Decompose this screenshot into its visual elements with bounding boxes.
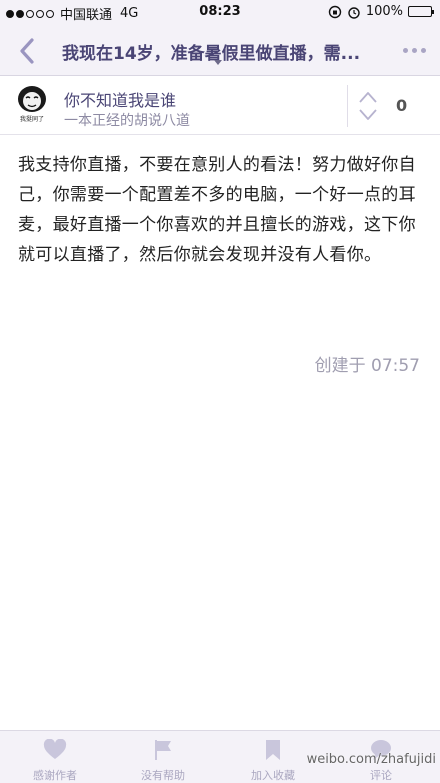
comment-label: 评论 bbox=[370, 769, 392, 782]
chevron-down-icon[interactable] bbox=[214, 60, 222, 65]
author-name[interactable]: 你不知道我是谁 bbox=[64, 87, 176, 111]
vote-count: 0 bbox=[396, 96, 408, 115]
question-title[interactable]: 我现在14岁，准备暑假里做直播，需... bbox=[62, 39, 382, 64]
vote-arrows-icon[interactable] bbox=[358, 89, 378, 123]
no-help-button[interactable]: 没有帮助 bbox=[118, 739, 208, 783]
more-button[interactable] bbox=[403, 48, 426, 53]
status-bar: 中国联通 4G 08:23 100% bbox=[0, 0, 440, 26]
status-right: 100% bbox=[328, 4, 434, 19]
battery-percent: 100% bbox=[365, 4, 403, 19]
thank-author-label: 感谢作者 bbox=[33, 769, 77, 782]
nav-bar: 我现在14岁，准备暑假里做直播，需... bbox=[0, 26, 440, 76]
avatar-caption: 我挺同了 bbox=[19, 116, 44, 123]
bookmark-icon bbox=[266, 740, 280, 760]
author-bio: 一本正经的胡说八道 bbox=[64, 113, 190, 129]
back-button[interactable] bbox=[14, 36, 42, 66]
add-collection-label: 加入收藏 bbox=[251, 769, 295, 782]
answer-text: 我支持你直播，不要在意别人的看法！努力做好你自己，你需要一个配置差不多的电脑，一… bbox=[18, 155, 416, 265]
add-collection-button[interactable]: 加入收藏 bbox=[228, 739, 318, 783]
flag-icon bbox=[155, 740, 171, 760]
alarm-icon bbox=[348, 6, 360, 19]
avatar[interactable]: 我挺同了 bbox=[10, 83, 54, 127]
no-help-label: 没有帮助 bbox=[141, 769, 185, 782]
battery-icon bbox=[408, 6, 434, 17]
thank-author-button[interactable]: 感谢作者 bbox=[10, 739, 100, 783]
heart-icon bbox=[43, 739, 67, 759]
author-row[interactable]: 我挺同了 你不知道我是谁 一本正经的胡说八道 0 bbox=[0, 77, 440, 135]
orientation-lock-icon bbox=[328, 5, 342, 18]
watermark: weibo.com/zhafujidi bbox=[306, 752, 436, 767]
divider bbox=[347, 85, 348, 127]
created-time: 创建于 07:57 bbox=[314, 356, 420, 376]
